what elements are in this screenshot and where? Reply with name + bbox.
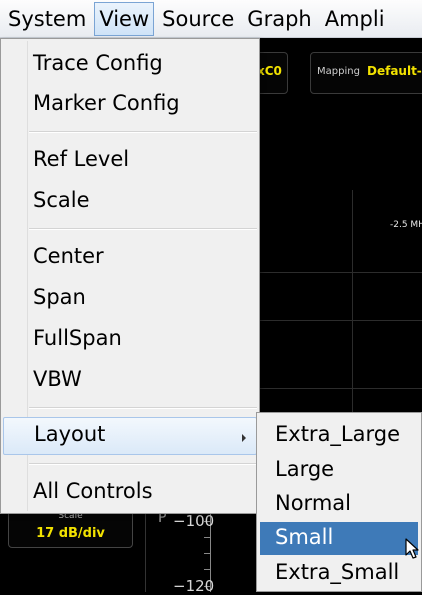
- menu-item-center[interactable]: Center: [3, 240, 257, 278]
- menu-item-layout[interactable]: Layout: [3, 417, 257, 455]
- axis-tick: [204, 553, 211, 554]
- axis-tick: [204, 537, 211, 538]
- menu-item-label: Scale: [33, 188, 90, 212]
- menu-amplitude[interactable]: Ampli: [320, 2, 390, 36]
- axis-tick-label: −100: [173, 512, 215, 530]
- submenu-item-large[interactable]: Large: [260, 454, 418, 487]
- menu-separator: [29, 131, 257, 133]
- menu-item-label: All Controls: [33, 479, 153, 503]
- menu-view[interactable]: View: [94, 1, 155, 36]
- menu-source[interactable]: Source: [157, 2, 239, 36]
- menu-item-fullspan[interactable]: FullSpan: [3, 322, 257, 360]
- menu-item-label: Span: [33, 285, 86, 309]
- spectrum-graph[interactable]: [260, 120, 422, 420]
- menu-item-label: Center: [33, 244, 104, 268]
- mapping-chip[interactable]: Mapping Default-: [310, 52, 422, 94]
- submenu-arrow-icon: [242, 434, 246, 442]
- layout-submenu: Extra_Large Large Normal Small Extra_Sma…: [256, 412, 422, 592]
- submenu-item-extra-small[interactable]: Extra_Small: [260, 557, 418, 590]
- menu-item-label: VBW: [33, 367, 82, 391]
- menu-bar: System View Source Graph Ampli: [0, 0, 422, 38]
- mouse-cursor-icon: [405, 538, 419, 559]
- menu-item-label: Ref Level: [33, 147, 130, 171]
- setting-chip-value: xC0: [257, 64, 282, 78]
- menu-separator: [29, 228, 257, 230]
- submenu-item-label: Small: [275, 525, 334, 549]
- view-menu: Trace Config Marker Config Ref Level Sca…: [0, 38, 260, 514]
- menu-item-label: Trace Config: [33, 51, 163, 75]
- axis-tick: [204, 569, 211, 570]
- scale-control[interactable]: Scale 17 dB/div: [8, 508, 133, 548]
- menu-separator: [29, 407, 257, 409]
- submenu-item-small[interactable]: Small: [260, 522, 418, 555]
- menu-system[interactable]: System: [3, 2, 91, 36]
- menu-item-all-controls[interactable]: All Controls: [3, 475, 257, 513]
- menu-item-label: Layout: [34, 422, 106, 446]
- menu-item-ref-level[interactable]: Ref Level: [3, 143, 257, 181]
- menu-item-vbw[interactable]: VBW: [3, 363, 257, 401]
- submenu-item-label: Extra_Large: [275, 422, 401, 446]
- graph-gridline: [260, 272, 422, 273]
- menu-item-trace-config[interactable]: Trace Config: [3, 47, 257, 85]
- mapping-label: Mapping: [317, 66, 360, 77]
- menu-item-label: FullSpan: [33, 326, 122, 350]
- menu-separator: [29, 463, 257, 465]
- frequency-label: -2.5 MH: [390, 220, 422, 230]
- scale-control-value: 17 dB/div: [36, 526, 105, 541]
- menu-item-marker-config[interactable]: Marker Config: [3, 87, 257, 125]
- mapping-value: Default-: [367, 64, 422, 78]
- submenu-item-extra-large[interactable]: Extra_Large: [260, 419, 418, 452]
- submenu-item-label: Normal: [275, 491, 351, 515]
- submenu-item-normal[interactable]: Normal: [260, 488, 418, 521]
- menu-item-scale[interactable]: Scale: [3, 184, 257, 222]
- graph-gridline: [352, 190, 353, 420]
- menu-item-span[interactable]: Span: [3, 281, 257, 319]
- submenu-item-label: Extra_Small: [275, 560, 400, 584]
- graph-gridline: [260, 388, 422, 389]
- graph-gridline: [260, 320, 422, 321]
- menu-graph[interactable]: Graph: [242, 2, 316, 36]
- submenu-item-label: Large: [275, 457, 335, 481]
- axis-tick-label: −120: [173, 577, 215, 595]
- menu-item-label: Marker Config: [33, 91, 180, 115]
